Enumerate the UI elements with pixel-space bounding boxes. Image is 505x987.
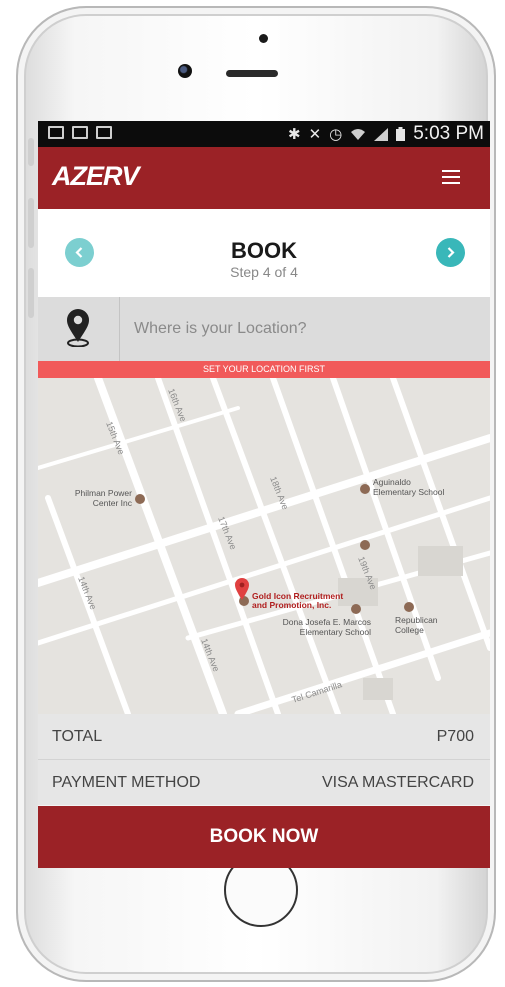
step-indicator: Step 4 of 4 [230,264,298,280]
payment-label: PAYMENT METHOD [52,774,201,791]
brand-logo: AZERV [52,161,140,191]
total-label: TOTAL [52,728,103,745]
booking-stepper: BOOK Step 4 of 4 [38,209,490,297]
payment-value: VISA MASTERCARD [321,774,474,791]
place-marker-icon[interactable] [360,540,370,550]
street-label: 14th Ave [76,575,98,611]
image-icon [48,126,64,139]
place-marker-icon[interactable] [351,604,361,614]
total-row: TOTAL P700 [38,714,490,760]
status-time: 5:03 PM [413,123,484,144]
mute-icon: ✕ [308,126,322,143]
location-row [38,297,490,361]
place-marker-icon[interactable] [135,494,145,504]
place-label: Aguinaldo [373,477,411,487]
wifi-icon [351,128,366,140]
mail-icon [72,126,88,139]
bluetooth-icon: ✱ [287,126,301,143]
page-title: BOOK [231,238,297,263]
place-label: College [395,625,424,635]
battery-icon [396,127,406,141]
hamburger-icon[interactable] [442,170,460,184]
place-label: Philman Power [75,488,132,498]
status-bar: ✱ ✕ ◷ 5:03 PM [38,121,490,147]
map-pin-icon [67,309,89,347]
payment-method-row[interactable]: PAYMENT METHOD VISA MASTERCARD [38,760,490,805]
place-marker-icon[interactable] [360,484,370,494]
selected-place-label: and Promotion, Inc. [252,600,331,610]
total-value: P700 [436,728,474,745]
location-input[interactable] [120,297,490,361]
place-label: Dona Josefa E. Marcos [283,617,371,627]
place-marker-icon[interactable] [404,602,414,612]
book-now-button[interactable]: BOOK NOW [38,806,490,868]
location-warning: SET YOUR LOCATION FIRST [38,361,490,378]
volume-up-button [28,198,34,248]
mute-switch [28,138,34,166]
proximity-sensor [259,34,268,43]
map-view[interactable]: 15th Ave 14th Ave 16th Ave 17th Ave 18th… [38,378,490,714]
place-label: Center Inc [93,498,133,508]
app-bar: AZERV [38,147,490,209]
front-camera [178,64,192,78]
place-label: Elementary School [373,487,444,497]
next-step-button[interactable] [436,238,465,267]
volume-down-button [28,268,34,318]
earpiece-speaker [226,70,278,77]
mail-icon [96,126,112,139]
place-label: Elementary School [300,627,371,637]
location-icon-box [38,297,120,361]
place-label: Republican [395,615,438,625]
chevron-right-icon [447,247,455,258]
signal-icon [374,127,389,141]
alarm-icon: ◷ [329,126,343,143]
app-screen: ✱ ✕ ◷ 5:03 PM AZERV BOOK Step 4 of 4 Whe… [38,121,490,868]
